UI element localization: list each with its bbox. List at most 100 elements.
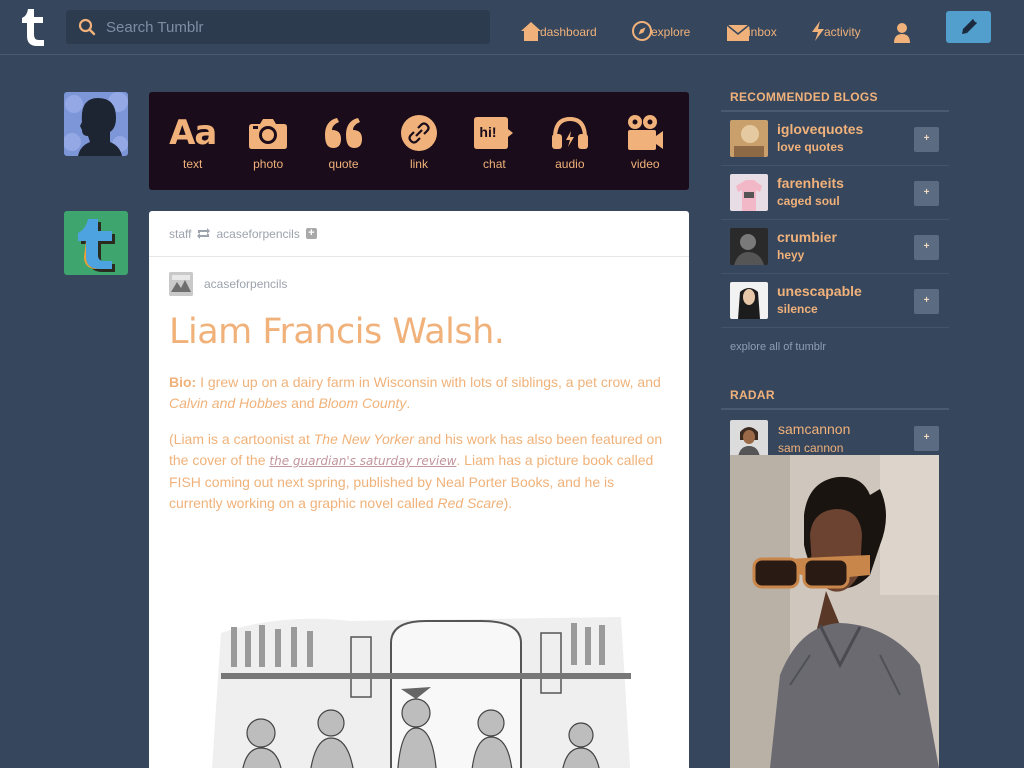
post-type-quote-label: quote bbox=[328, 157, 359, 171]
blog-title: silence bbox=[777, 302, 818, 316]
post-source: acaseforpencils bbox=[169, 272, 689, 296]
post-type-audio-label: audio bbox=[555, 157, 585, 171]
bio-italic: Calvin and Hobbes bbox=[169, 395, 288, 411]
headphones-icon bbox=[551, 111, 589, 155]
chat-icon: hi! bbox=[474, 111, 514, 155]
radar-blog-title: sam cannon bbox=[778, 441, 844, 455]
text-icon: Aa bbox=[169, 113, 217, 153]
blog-avatar[interactable] bbox=[730, 228, 768, 265]
bio-label: Bio: bbox=[169, 374, 197, 390]
info-text: ). bbox=[503, 495, 513, 511]
blog-title: caged soul bbox=[777, 194, 840, 208]
post-body: Bio: I grew up on a dairy farm in Wiscon… bbox=[169, 372, 669, 514]
nav-explore[interactable]: explore bbox=[631, 14, 690, 42]
search-box[interactable] bbox=[66, 10, 490, 44]
camera-icon bbox=[248, 111, 288, 155]
top-bar: dashboard explore inbox activity bbox=[0, 0, 1024, 55]
follow-button[interactable]: + bbox=[914, 181, 939, 206]
blog-name[interactable]: iglovequotes bbox=[777, 121, 863, 137]
post-type-chat[interactable]: hi! chat bbox=[458, 111, 530, 171]
video-camera-icon bbox=[626, 111, 664, 155]
quote-icon bbox=[323, 111, 365, 155]
post-type-video-label: video bbox=[630, 157, 660, 171]
bio-italic: Bloom County bbox=[318, 395, 407, 411]
recommended-blog[interactable]: farenheits caged soul + bbox=[721, 166, 949, 220]
radar-post-image[interactable] bbox=[730, 455, 939, 768]
source-blog-name[interactable]: acaseforpencils bbox=[204, 277, 287, 291]
post-type-bar: Aa text photo quote link hi! chat audio … bbox=[149, 92, 689, 190]
bio-text: and bbox=[287, 395, 319, 411]
post-type-chat-label: chat bbox=[483, 157, 506, 171]
blog-avatar[interactable] bbox=[730, 174, 768, 211]
info-italic: The New Yorker bbox=[313, 431, 414, 447]
compass-icon bbox=[632, 21, 652, 41]
recommended-blog[interactable]: crumbier heyy + bbox=[721, 220, 949, 274]
nav-activity[interactable]: activity bbox=[810, 14, 861, 42]
bio-text: I grew up on a dairy farm in Wisconsin w… bbox=[196, 374, 661, 390]
blog-title: heyy bbox=[777, 248, 805, 262]
bio-text: . bbox=[406, 395, 411, 411]
blog-name[interactable]: farenheits bbox=[777, 175, 844, 191]
nav-dashboard-label: dashboard bbox=[540, 25, 597, 39]
blog-title: love quotes bbox=[777, 140, 844, 154]
reblog-icon bbox=[197, 228, 211, 239]
nav-inbox[interactable]: inbox bbox=[726, 14, 777, 42]
user-avatar[interactable] bbox=[64, 92, 128, 156]
compose-button[interactable] bbox=[946, 11, 991, 43]
sidebar: RECOMMENDED BLOGS iglovequotes love quot… bbox=[721, 84, 949, 466]
post-type-video[interactable]: video bbox=[609, 111, 681, 171]
post-type-audio[interactable]: audio bbox=[534, 111, 606, 171]
source-avatar[interactable] bbox=[169, 272, 193, 296]
nav-account[interactable] bbox=[893, 16, 911, 44]
post-type-photo[interactable]: photo bbox=[232, 111, 304, 171]
radar-heading: RADAR bbox=[721, 382, 949, 410]
recommended-blog[interactable]: unescapable silence + bbox=[721, 274, 949, 328]
follow-plus-icon[interactable]: + bbox=[305, 228, 317, 239]
follow-button[interactable]: + bbox=[914, 127, 939, 152]
post-type-link[interactable]: link bbox=[383, 111, 455, 171]
nav-activity-label: activity bbox=[824, 25, 861, 39]
pencil-icon bbox=[961, 19, 977, 34]
explore-all-link[interactable]: explore all of tumblr bbox=[721, 328, 949, 366]
follow-button[interactable]: + bbox=[914, 235, 939, 260]
recommended-heading: RECOMMENDED BLOGS bbox=[721, 84, 949, 112]
guardian-link[interactable]: the guardian's saturday review bbox=[269, 454, 456, 468]
post-title: Liam Francis Walsh. bbox=[169, 312, 505, 352]
tumblr-t-icon bbox=[78, 219, 115, 272]
silhouette-icon bbox=[64, 92, 128, 156]
blog-name[interactable]: unescapable bbox=[777, 283, 862, 299]
tumblr-logo-icon[interactable] bbox=[16, 6, 52, 48]
user-icon bbox=[894, 23, 910, 43]
info-paragraph: (Liam is a cartoonist at The New Yorker … bbox=[169, 429, 669, 514]
bio-paragraph: Bio: I grew up on a dairy farm in Wiscon… bbox=[169, 372, 669, 414]
info-italic: Red Scare bbox=[437, 495, 504, 511]
recommended-blog[interactable]: iglovequotes love quotes + bbox=[721, 112, 949, 166]
post-type-quote[interactable]: quote bbox=[308, 111, 380, 171]
post-type-text-label: text bbox=[183, 157, 203, 171]
post-type-photo-label: photo bbox=[253, 157, 284, 171]
nav-explore-label: explore bbox=[651, 25, 691, 39]
blog-avatar[interactable] bbox=[730, 120, 768, 157]
search-icon bbox=[78, 18, 96, 36]
follow-button[interactable]: + bbox=[914, 289, 939, 314]
staff-avatar[interactable] bbox=[64, 211, 128, 275]
mail-icon bbox=[726, 24, 750, 41]
post-type-link-label: link bbox=[409, 157, 428, 171]
reblogged-from-link[interactable]: acaseforpencils bbox=[216, 227, 299, 241]
home-icon bbox=[521, 22, 541, 41]
radar-avatar[interactable] bbox=[730, 420, 768, 457]
post-card: staff acaseforpencils + acaseforpencils … bbox=[149, 211, 689, 768]
link-icon bbox=[400, 111, 438, 155]
nav-dashboard[interactable]: dashboard bbox=[520, 14, 597, 42]
reblogger-link[interactable]: staff bbox=[169, 227, 191, 241]
follow-button[interactable]: + bbox=[914, 426, 939, 451]
radar-blog-name[interactable]: samcannon bbox=[778, 421, 850, 437]
post-header: staff acaseforpencils + bbox=[149, 211, 689, 257]
info-text: (Liam is a cartoonist at bbox=[169, 431, 314, 447]
search-input[interactable] bbox=[106, 10, 476, 44]
nav-inbox-label: inbox bbox=[748, 25, 777, 39]
post-type-text[interactable]: Aa text bbox=[157, 111, 229, 171]
blog-avatar[interactable] bbox=[730, 282, 768, 319]
blog-name[interactable]: crumbier bbox=[777, 229, 837, 245]
cartoon-image[interactable] bbox=[201, 603, 641, 768]
